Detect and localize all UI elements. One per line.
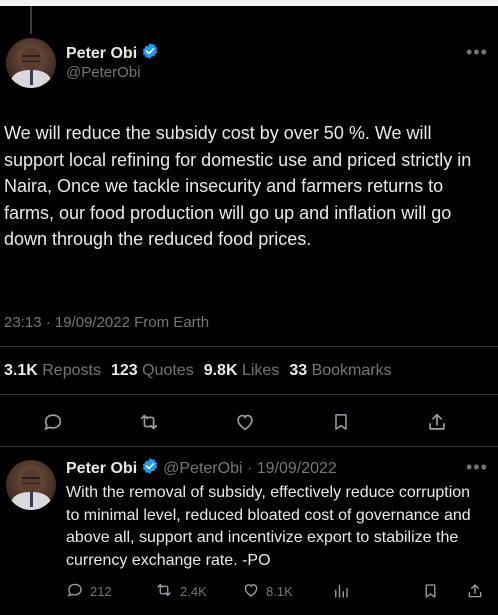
author-name[interactable]: Peter Obi	[66, 45, 137, 63]
like-icon	[242, 581, 260, 602]
tweet-text: We will reduce the subsidy cost by over …	[4, 123, 472, 249]
bookmark-icon[interactable]	[422, 580, 439, 602]
reply-text: With the removal of subsidy, effectively…	[66, 484, 471, 569]
share-icon[interactable]	[420, 405, 454, 439]
divider	[0, 394, 498, 395]
reply-more-options-icon[interactable]: •••	[466, 457, 488, 478]
divider	[0, 446, 498, 447]
like-count: 8.1K	[266, 583, 293, 599]
reply-icon	[66, 581, 84, 602]
author-name-row: Peter Obi	[66, 42, 159, 65]
share-icon[interactable]	[466, 580, 484, 602]
reposts-count: 3.1K	[4, 362, 38, 379]
reply-avatar[interactable]	[6, 460, 56, 510]
repost-icon[interactable]	[132, 405, 166, 439]
reply-author-name[interactable]: Peter Obi	[66, 460, 137, 478]
likes-stat[interactable]: 9.8K Likes	[204, 362, 280, 380]
likes-count: 9.8K	[203, 362, 238, 379]
avatar[interactable]	[6, 38, 56, 88]
tweet-actions	[0, 405, 498, 439]
more-options-icon[interactable]: •••	[466, 42, 488, 63]
views-icon[interactable]	[332, 580, 350, 602]
bookmarks-label: Bookmarks	[311, 362, 392, 379]
engagement-stats: 3.1K Reposts 123 Quotes 9.8K Likes 33 Bo…	[4, 362, 392, 380]
repost-icon	[154, 581, 174, 602]
bookmarks-count: 33	[289, 362, 308, 379]
top-edge-strip	[0, 0, 498, 6]
quotes-stat[interactable]: 123 Quotes	[111, 362, 194, 380]
author-handle[interactable]: @PeterObi	[66, 64, 140, 81]
reply-reply-button[interactable]: 212	[66, 580, 112, 602]
thread-line	[30, 6, 32, 34]
reply-icon[interactable]	[36, 405, 70, 439]
bookmarks-stat[interactable]: 33 Bookmarks	[289, 362, 391, 380]
quotes-count: 123	[110, 362, 138, 379]
verified-badge-icon	[141, 457, 159, 480]
verified-badge-icon	[141, 42, 159, 65]
reply-actions: 212 2.4K 8.1K	[66, 580, 486, 602]
reply-header: Peter Obi @PeterObi · 19/09/2022	[66, 457, 337, 480]
likes-label: Likes	[241, 362, 280, 379]
repost-count: 2.4K	[180, 583, 207, 599]
quotes-label: Quotes	[142, 362, 194, 379]
reply-handle-date[interactable]: @PeterObi · 19/09/2022	[163, 460, 337, 478]
reply-count: 212	[90, 583, 112, 599]
tweet-timestamp[interactable]: 23:13 · 19/09/2022 From Earth	[4, 314, 209, 331]
bookmark-icon[interactable]	[324, 405, 358, 439]
reposts-stat[interactable]: 3.1K Reposts	[4, 362, 101, 380]
like-icon[interactable]	[228, 405, 262, 439]
reply-repost-button[interactable]: 2.4K	[154, 580, 207, 602]
reply-like-button[interactable]: 8.1K	[242, 580, 293, 602]
divider	[0, 346, 498, 347]
reposts-label: Reposts	[42, 362, 101, 379]
